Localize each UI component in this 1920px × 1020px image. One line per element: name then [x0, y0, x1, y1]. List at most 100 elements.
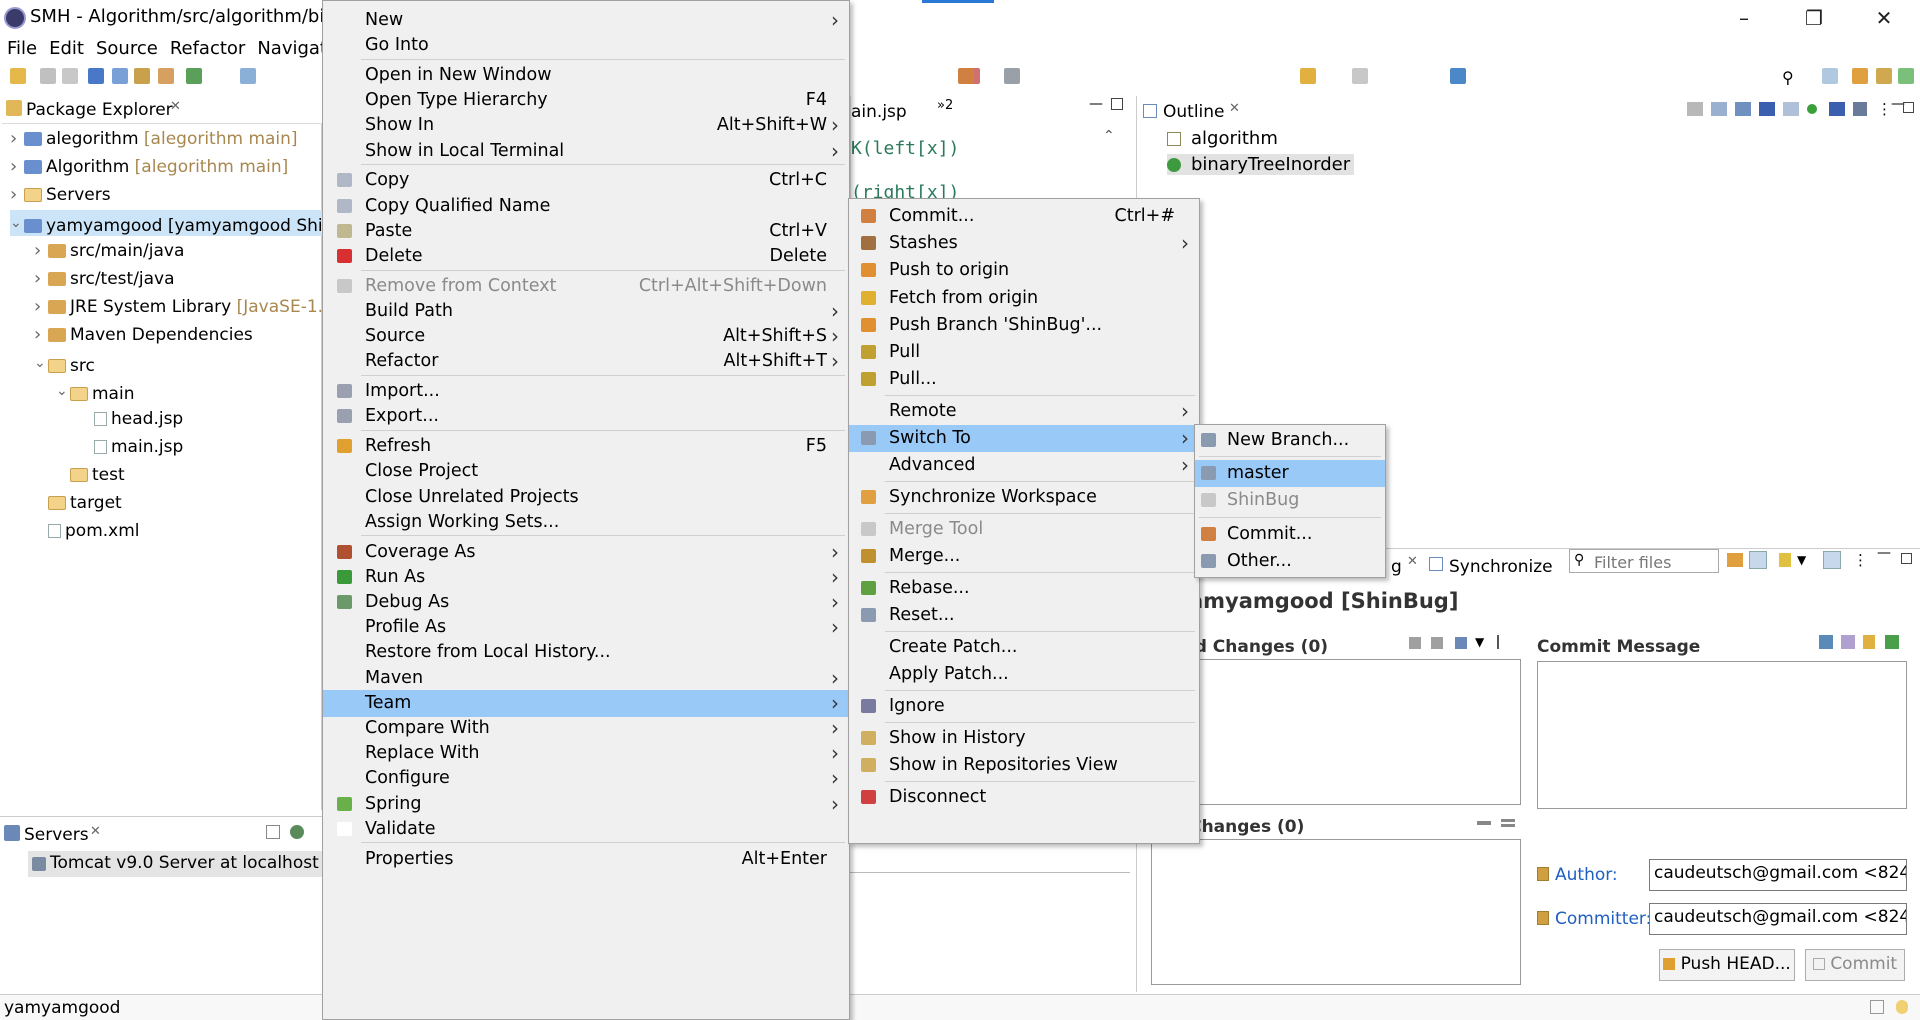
menu-item-fetch-from-origin[interactable]: Fetch from origin: [849, 285, 1199, 312]
tree-item[interactable]: › Algorithm [alegorithm main]: [10, 154, 288, 180]
menu-item-configure[interactable]: Configure ›: [323, 765, 849, 792]
chevron-right-icon[interactable]: ›: [10, 182, 24, 208]
unstage-all-icon[interactable]: [1501, 819, 1515, 827]
server-row[interactable]: Tomcat v9.0 Server at localhost: [28, 851, 322, 877]
unstage-icon[interactable]: [1477, 821, 1491, 825]
close-icon[interactable]: ✕: [1229, 101, 1240, 116]
editor-tab[interactable]: ain.jsp: [851, 102, 907, 122]
chevron-down-icon[interactable]: ▼: [1475, 635, 1484, 649]
menu-item-show-in-history[interactable]: Show in History: [849, 725, 1199, 752]
menu-item-apply-patch[interactable]: Apply Patch...: [849, 661, 1199, 688]
filter-files-input[interactable]: ⚲ Filter files: [1569, 549, 1719, 573]
tab-outline[interactable]: Outline: [1163, 102, 1225, 122]
java-perspective-icon[interactable]: [1852, 68, 1868, 84]
menu-item-synchronize-workspace[interactable]: Synchronize Workspace: [849, 484, 1199, 511]
sort-icon[interactable]: [1687, 102, 1703, 116]
menu-item-maven[interactable]: Maven ›: [323, 665, 849, 692]
tree-item[interactable]: ⌄ src: [34, 350, 95, 376]
list-icon[interactable]: [1455, 637, 1467, 649]
maximize-icon[interactable]: [1901, 553, 1912, 564]
tab-servers[interactable]: Servers: [24, 825, 89, 845]
spring-perspective-icon[interactable]: [1898, 68, 1914, 84]
collapse-all-icon[interactable]: [1711, 102, 1727, 116]
menu-item-team[interactable]: Team ›: [323, 689, 849, 717]
filter-icon[interactable]: [1735, 102, 1751, 116]
menu-item-other[interactable]: Other...: [1195, 548, 1385, 575]
minimize-icon[interactable]: –: [1724, 4, 1764, 32]
view-menu-icon[interactable]: ⋮: [1877, 100, 1892, 118]
chevron-down-icon[interactable]: ⌄: [34, 350, 48, 376]
presentation-icon[interactable]: [1823, 551, 1841, 569]
menu-item-export[interactable]: Export...: [323, 403, 849, 430]
close-icon[interactable]: ✕: [90, 824, 101, 839]
tree-item[interactable]: test: [56, 462, 125, 488]
menu-item-debug-as[interactable]: Debug As ›: [323, 589, 849, 616]
chevron-right-icon[interactable]: ›: [10, 126, 24, 152]
chevron-right-icon[interactable]: ›: [34, 266, 48, 292]
menu-item-properties[interactable]: Properties Alt+Enter: [323, 846, 849, 873]
gear-icon[interactable]: [290, 825, 304, 839]
menu-item-advanced[interactable]: Advanced ›: [849, 452, 1199, 479]
menu-item-show-in-repositories-view[interactable]: Show in Repositories View: [849, 752, 1199, 779]
tab-git-staging[interactable]: g: [1391, 557, 1402, 577]
menu-item-delete[interactable]: Delete Delete: [323, 243, 849, 270]
tree-item[interactable]: main.jsp: [80, 434, 183, 460]
menu-item-open-in-new-window[interactable]: Open in New Window: [323, 62, 849, 89]
tree-item[interactable]: › src/test/java: [34, 266, 175, 292]
menu-item-disconnect[interactable]: Disconnect: [849, 784, 1199, 811]
stage-icon[interactable]: [1409, 637, 1421, 649]
commit-button[interactable]: Commit: [1805, 949, 1905, 981]
menu-item-paste[interactable]: Paste Ctrl+V: [323, 218, 849, 245]
save-icon[interactable]: [40, 68, 56, 84]
collapse-icon[interactable]: [266, 825, 280, 839]
menu-item-compare-with[interactable]: Compare With ›: [323, 715, 849, 742]
chevron-down-icon[interactable]: ⌄: [56, 378, 70, 404]
menu-item-coverage-as[interactable]: Coverage As ›: [323, 539, 849, 566]
coverage-icon[interactable]: [186, 68, 202, 84]
outline-item-class[interactable]: binaryTreeInorder: [1167, 154, 1355, 175]
maximize-icon[interactable]: [1903, 102, 1914, 113]
menu-item-commit[interactable]: Commit...: [1195, 521, 1385, 548]
push-head-button[interactable]: Push HEAD...: [1659, 949, 1795, 981]
view-menu-icon[interactable]: ⋮: [1853, 551, 1868, 569]
menu-item-rebase[interactable]: Rebase...: [849, 575, 1199, 602]
stage-all-icon[interactable]: [1431, 637, 1443, 649]
menu-item-new-branch[interactable]: New Branch...: [1195, 427, 1385, 454]
menu-item-refresh[interactable]: Refresh F5: [323, 433, 849, 460]
hide-static-icon[interactable]: [1783, 102, 1799, 116]
toolbar-tool-icon[interactable]: [1004, 68, 1020, 84]
menu-item-validate[interactable]: Validate: [323, 816, 849, 843]
menu-file[interactable]: File: [7, 38, 37, 59]
outline-item-package[interactable]: algorithm: [1167, 128, 1278, 149]
menu-item-pull[interactable]: Pull...: [849, 366, 1199, 393]
close-icon[interactable]: ✕: [1864, 4, 1904, 32]
amend-icon[interactable]: [1819, 635, 1833, 649]
menu-item-push-to-origin[interactable]: Push to origin: [849, 257, 1199, 284]
save-all-icon[interactable]: [62, 68, 78, 84]
menu-item-pull[interactable]: Pull: [849, 339, 1199, 366]
menu-item-close-unrelated-projects[interactable]: Close Unrelated Projects: [323, 484, 849, 511]
scroll-up-icon[interactable]: ⌃: [1103, 128, 1115, 144]
menu-item-open-type-hierarchy[interactable]: Open Type Hierarchy F4: [323, 87, 849, 114]
unstaged-changes-list[interactable]: [1151, 659, 1521, 805]
chevron-right-icon[interactable]: ›: [10, 154, 24, 180]
menu-item-refactor[interactable]: Refactor Alt+Shift+T ›: [323, 348, 849, 375]
repository-icon[interactable]: [1779, 553, 1791, 567]
menu-item-merge[interactable]: Merge...: [849, 543, 1199, 570]
chevron-right-icon[interactable]: ›: [34, 238, 48, 264]
hide-fields-icon[interactable]: [1759, 102, 1775, 116]
notification-icon[interactable]: [1870, 1000, 1884, 1014]
tree-item[interactable]: ⌄ main: [56, 378, 134, 404]
menu-item-restore-from-local-history[interactable]: Restore from Local History...: [323, 639, 849, 666]
tab-synchronize[interactable]: Synchronize: [1449, 557, 1553, 577]
menu-item-create-patch[interactable]: Create Patch...: [849, 634, 1199, 661]
chevron-down-icon[interactable]: ⌄: [10, 210, 24, 236]
tree-item[interactable]: pom.xml: [34, 518, 140, 544]
menu-source[interactable]: Source: [96, 38, 158, 59]
tree-item[interactable]: › Maven Dependencies: [34, 322, 253, 348]
menu-item-source[interactable]: Source Alt+Shift+S ›: [323, 323, 849, 350]
lock-icon[interactable]: [1863, 635, 1875, 649]
pin-icon[interactable]: [1450, 68, 1466, 84]
menu-item-stashes[interactable]: Stashes ›: [849, 230, 1199, 257]
menu-item-replace-with[interactable]: Replace With ›: [323, 740, 849, 767]
